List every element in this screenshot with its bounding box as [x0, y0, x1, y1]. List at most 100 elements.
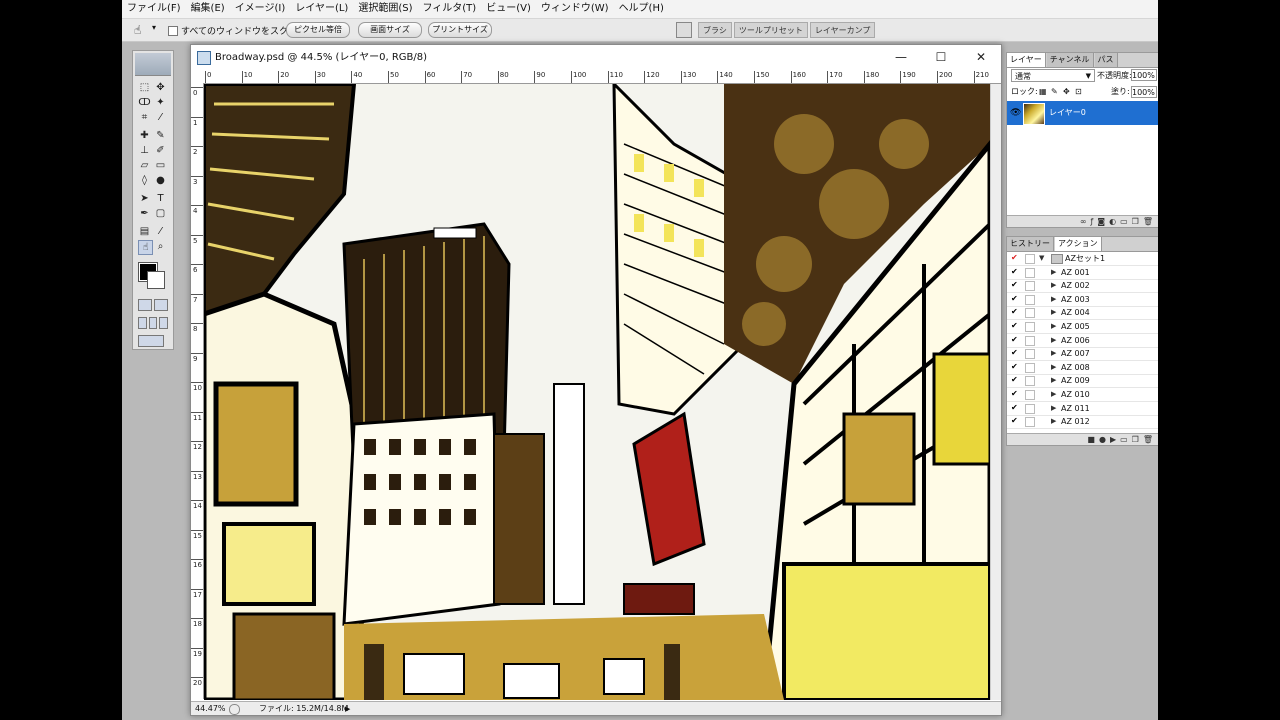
quick-mask-mode-buttons[interactable] [138, 299, 168, 311]
checkmark-icon[interactable]: ✔ [1011, 281, 1019, 289]
delete-action-icon[interactable]: 🗑 [1143, 434, 1153, 445]
zoom-level[interactable]: 44.47% [195, 703, 226, 715]
menu-window[interactable]: ウィンドウ(W) [536, 0, 614, 18]
lock-position-icon[interactable]: ✥ [1063, 88, 1071, 96]
expand-triangle-icon[interactable]: ▶ [1051, 294, 1056, 305]
checkmark-icon[interactable]: ✔ [1011, 308, 1019, 316]
menu-image[interactable]: イメージ(I) [230, 0, 291, 18]
dialog-toggle[interactable] [1025, 294, 1035, 305]
type-tool-icon[interactable]: T [154, 192, 167, 205]
dialog-toggle[interactable] [1025, 390, 1035, 400]
action-item[interactable]: ✔ ▶ AZ 011 [1007, 402, 1158, 416]
checkmark-icon[interactable]: ✔ [1011, 267, 1019, 276]
checkmark-icon[interactable]: ✔ [1011, 376, 1019, 384]
dialog-toggle[interactable] [1025, 403, 1035, 414]
dialog-toggle[interactable] [1025, 335, 1035, 346]
dialog-toggle[interactable] [1025, 376, 1035, 387]
vertical-scrollbar[interactable] [990, 84, 1001, 700]
action-item[interactable]: ✔ ▶ AZ 003 [1007, 293, 1158, 307]
hand-tool-icon[interactable]: ☝ [138, 240, 153, 255]
fill-input[interactable]: 100% [1131, 86, 1157, 98]
checkmark-icon[interactable]: ✔ [1011, 417, 1019, 425]
checkbox-box[interactable] [168, 25, 178, 36]
dialog-toggle[interactable] [1025, 362, 1035, 373]
blur-tool-icon[interactable]: ◊ [138, 174, 151, 187]
eraser-tool-icon[interactable]: ▱ [138, 159, 151, 172]
expand-triangle-icon[interactable]: ▶ [1051, 321, 1056, 332]
visibility-eye-icon[interactable]: 👁 [1010, 108, 1021, 118]
blend-mode-select[interactable]: 通常 ▼ [1011, 69, 1095, 82]
layer-row-selected[interactable]: 👁 レイヤー0 [1007, 101, 1158, 125]
dock-tab-tool-presets[interactable]: ツールプリセット [733, 22, 808, 38]
image-canvas[interactable] [204, 84, 990, 700]
tool-preset-caret-icon[interactable]: ▾ [152, 23, 156, 32]
checkmark-icon[interactable]: ✔ [1011, 294, 1019, 303]
action-item[interactable]: ✔ ▶ AZ 009 [1007, 374, 1158, 389]
action-item[interactable]: ✔ ▶ AZ 002 [1007, 279, 1158, 294]
new-set-icon[interactable]: ▭ [1120, 434, 1128, 445]
new-action-icon[interactable]: ❐ [1132, 434, 1139, 445]
screen-mode-buttons[interactable] [138, 317, 169, 329]
pen-tool-icon[interactable]: ✒ [138, 207, 151, 220]
expand-triangle-icon[interactable]: ▶ [1051, 389, 1056, 400]
play-icon[interactable]: ▶ [1110, 434, 1116, 445]
tab-layers[interactable]: レイヤー [1007, 53, 1046, 67]
action-item[interactable]: ✔ ▶ AZ 012 [1007, 415, 1158, 430]
link-layers-icon[interactable]: ∞ [1080, 216, 1087, 227]
expand-triangle-icon[interactable]: ▶ [1051, 280, 1056, 291]
dialog-toggle[interactable] [1025, 254, 1035, 264]
dodge-tool-icon[interactable]: ● [154, 174, 167, 187]
checkmark-icon[interactable]: ✔ [1011, 403, 1019, 412]
menu-select[interactable]: 選択範囲(S) [353, 0, 417, 18]
close-button[interactable]: ✕ [971, 49, 991, 65]
path-selection-tool-icon[interactable]: ➤ [138, 192, 151, 205]
actual-pixels-button[interactable]: ピクセル等倍 [286, 22, 350, 38]
checkmark-icon[interactable]: ✔ [1011, 254, 1019, 262]
lock-image-icon[interactable]: ✎ [1051, 88, 1059, 96]
hand-tool-icon[interactable]: ☝ [134, 23, 148, 37]
brush-tool-icon[interactable]: ✎ [154, 129, 167, 142]
eyedropper-tool-icon[interactable]: ⁄ [154, 225, 167, 238]
opacity-input[interactable]: 100% [1131, 69, 1157, 81]
status-info-icon[interactable] [229, 704, 240, 715]
minimize-button[interactable]: — [891, 49, 911, 65]
gradient-tool-icon[interactable]: ▭ [154, 159, 167, 172]
menu-help[interactable]: ヘルプ(H) [614, 0, 669, 18]
action-item[interactable]: ✔ ▶ AZ 008 [1007, 361, 1158, 375]
healing-brush-tool-icon[interactable]: ✚ [138, 129, 151, 142]
stop-recording-icon[interactable]: ■ [1087, 434, 1095, 445]
slice-tool-icon[interactable]: ⁄ [154, 111, 167, 124]
print-size-button[interactable]: プリントサイズ [428, 22, 492, 38]
lock-transparency-icon[interactable]: ▦ [1039, 88, 1047, 96]
document-title-bar[interactable]: Broadway.psd @ 44.5% (レイヤー0, RGB/8) — ☐ … [191, 45, 1001, 71]
marquee-tool-icon[interactable]: ⬚ [138, 81, 151, 94]
record-icon[interactable]: ● [1099, 434, 1106, 445]
history-brush-tool-icon[interactable]: ✐ [154, 144, 167, 157]
checkmark-icon[interactable]: ✔ [1011, 349, 1019, 357]
new-layer-icon[interactable]: ❐ [1132, 216, 1139, 227]
checkmark-icon[interactable]: ✔ [1011, 335, 1019, 344]
horizontal-ruler[interactable]: 0 10 20 30 40 50 60 70 80 90 100 110 120 130 140 150 160… [203, 71, 1001, 84]
dock-tab-brushes[interactable]: ブラシ [698, 22, 732, 38]
tab-paths[interactable]: パス [1094, 53, 1118, 67]
expand-triangle-icon[interactable]: ▶ [1051, 403, 1056, 414]
action-item[interactable]: ✔ ▶ AZ 006 [1007, 334, 1158, 348]
shape-tool-icon[interactable]: ▢ [154, 207, 167, 220]
maximize-button[interactable]: ☐ [931, 49, 951, 65]
dock-tab-layer-comps[interactable]: レイヤーカンプ [809, 22, 876, 38]
action-item[interactable]: ✔ ▶ AZ 005 [1007, 320, 1158, 334]
expand-triangle-icon[interactable]: ▼ [1039, 253, 1044, 264]
layer-style-icon[interactable]: ƒ [1091, 216, 1094, 227]
checkmark-icon[interactable]: ✔ [1011, 322, 1019, 330]
dialog-toggle[interactable] [1025, 322, 1035, 332]
feather-logo-icon[interactable] [135, 53, 171, 76]
delete-layer-icon[interactable]: 🗑 [1143, 216, 1153, 227]
dialog-toggle[interactable] [1025, 417, 1035, 428]
action-item[interactable]: ✔ ▶ AZ 007 [1007, 347, 1158, 362]
dialog-toggle[interactable] [1025, 308, 1035, 319]
expand-triangle-icon[interactable]: ▶ [1051, 348, 1056, 359]
clone-stamp-tool-icon[interactable]: ⊥ [138, 144, 151, 157]
menu-layer[interactable]: レイヤー(L) [290, 0, 353, 18]
menu-filter[interactable]: フィルタ(T) [417, 0, 481, 18]
new-group-icon[interactable]: ▭ [1120, 216, 1128, 227]
